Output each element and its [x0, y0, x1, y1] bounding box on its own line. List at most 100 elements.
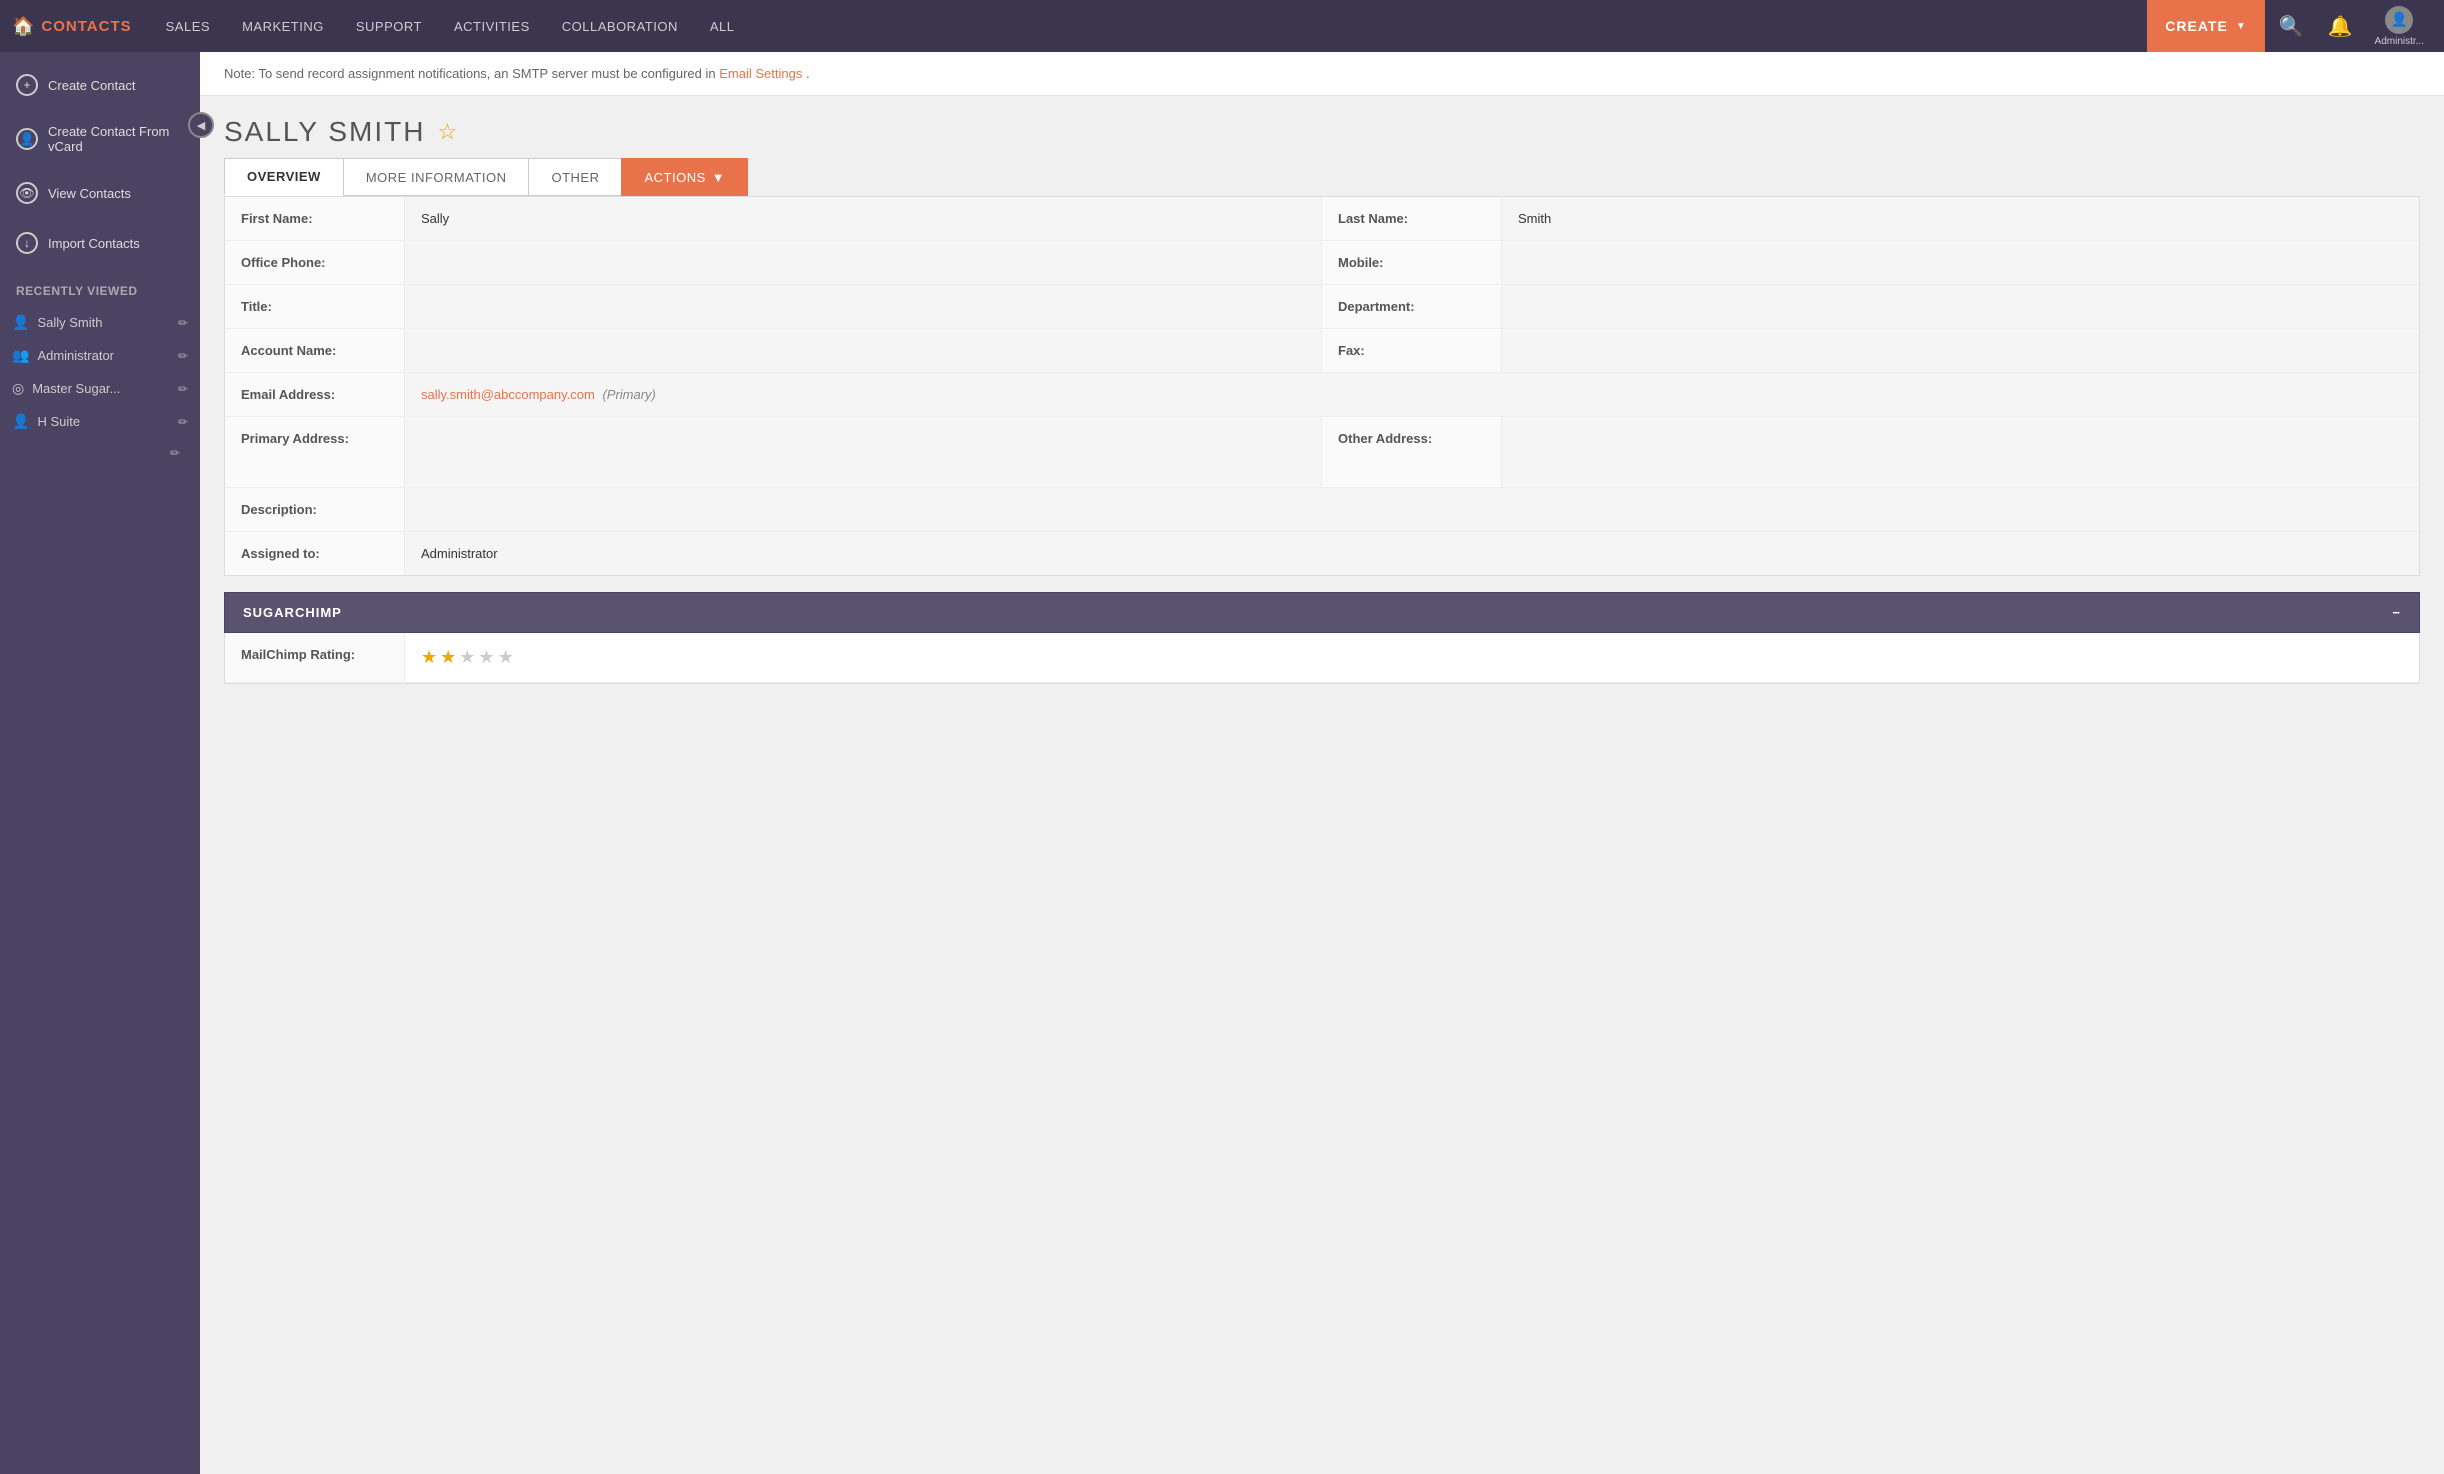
- favorite-star-icon[interactable]: ☆: [437, 119, 459, 145]
- star-1: ★: [421, 647, 437, 668]
- create-button[interactable]: CREATE ▼: [2147, 0, 2264, 52]
- search-button[interactable]: 🔍: [2269, 6, 2314, 47]
- circle-icon: ◎: [12, 380, 24, 397]
- fax-label: Fax:: [1322, 329, 1502, 372]
- sidebar-item-create-contact[interactable]: + Create Contact: [0, 60, 200, 110]
- primary-address-value: [405, 417, 1322, 487]
- sugarchimp-label: SUGARCHIMP: [243, 605, 342, 620]
- department-value: [1502, 285, 2419, 328]
- description-row: Description:: [225, 488, 2419, 532]
- other-address-label: Other Address:: [1322, 417, 1502, 487]
- person-icon: 👤: [12, 314, 29, 331]
- main-layout: ◀ + Create Contact 👤 Create Contact From…: [0, 52, 2444, 1474]
- contact-name: SALLY SMITH ☆: [224, 116, 2420, 148]
- assigned-to-label: Assigned to:: [225, 532, 405, 575]
- office-phone-label: Office Phone:: [225, 241, 405, 284]
- edit-icon[interactable]: ✏: [170, 446, 180, 460]
- star-3: ★: [459, 647, 475, 668]
- nav-item-all[interactable]: ALL: [694, 0, 751, 52]
- tab-other[interactable]: OTHER: [528, 158, 621, 196]
- account-row: Account Name: Fax:: [225, 329, 2419, 373]
- assigned-row: Assigned to: Administrator: [225, 532, 2419, 575]
- rv-item-h-suite[interactable]: 👤 H Suite ✏: [0, 405, 200, 438]
- notification-bar: Note: To send record assignment notifica…: [200, 52, 2444, 96]
- edit-icon[interactable]: ✏: [178, 415, 188, 429]
- title-row: Title: Department:: [225, 285, 2419, 329]
- sidebar-item-label: View Contacts: [48, 186, 131, 201]
- office-phone-value: [405, 241, 1322, 284]
- notifications-button[interactable]: 🔔: [2318, 6, 2363, 47]
- note-text: Note: To send record assignment notifica…: [224, 66, 716, 81]
- recently-viewed-header: Recently Viewed: [0, 268, 200, 306]
- star-4: ★: [478, 647, 494, 668]
- tab-more-information[interactable]: MORE INFORMATION: [343, 158, 529, 196]
- last-name-label: Last Name:: [1322, 197, 1502, 240]
- sidebar-item-label: Create Contact From vCard: [48, 124, 184, 154]
- title-value: [405, 285, 1322, 328]
- home-icon[interactable]: 🏠: [12, 16, 35, 37]
- email-settings-link[interactable]: Email Settings: [719, 66, 802, 81]
- email-value: sally.smith@abccompany.com (Primary): [405, 373, 2419, 416]
- rv-item-label: H Suite: [37, 414, 170, 429]
- main-content: Note: To send record assignment notifica…: [200, 52, 2444, 1474]
- nav-items: SALES MARKETING SUPPORT ACTIVITIES COLLA…: [150, 0, 2148, 52]
- fax-value: [1502, 329, 2419, 372]
- email-row: Email Address: sally.smith@abccompany.co…: [225, 373, 2419, 417]
- rv-item-sally-smith[interactable]: 👤 Sally Smith ✏: [0, 306, 200, 339]
- sidebar-item-import-contacts[interactable]: ↓ Import Contacts: [0, 218, 200, 268]
- mailchimp-rating-stars: ★ ★ ★ ★ ★: [405, 633, 2419, 682]
- name-row: First Name: Sally Last Name: Smith: [225, 197, 2419, 241]
- rv-item-administrator[interactable]: 👥 Administrator ✏: [0, 339, 200, 372]
- sidebar-collapse-button[interactable]: ◀: [188, 112, 214, 138]
- tab-overview[interactable]: OVERVIEW: [224, 158, 343, 196]
- brand-logo[interactable]: 🏠 CONTACTS: [12, 16, 132, 37]
- mailchimp-rating-label: MailChimp Rating:: [225, 633, 405, 682]
- brand-label: CONTACTS: [41, 18, 131, 35]
- description-label: Description:: [225, 488, 405, 531]
- nav-item-activities[interactable]: ACTIVITIES: [438, 0, 546, 52]
- sidebar-item-create-from-vcard[interactable]: 👤 Create Contact From vCard: [0, 110, 200, 168]
- nav-item-collaboration[interactable]: COLLABORATION: [546, 0, 694, 52]
- admin-user-menu[interactable]: 👤 Administr...: [2367, 6, 2432, 47]
- sugarchimp-section-header: SUGARCHIMP −: [224, 592, 2420, 633]
- sidebar-item-label: Create Contact: [48, 78, 135, 93]
- star-2: ★: [440, 647, 456, 668]
- primary-address-label: Primary Address:: [225, 417, 405, 487]
- contact-name-text: SALLY SMITH: [224, 116, 425, 148]
- phone-row: Office Phone: Mobile:: [225, 241, 2419, 285]
- assigned-to-value: Administrator: [405, 532, 2419, 575]
- import-icon: ↓: [16, 232, 38, 254]
- nav-item-sales[interactable]: SALES: [150, 0, 226, 52]
- collapse-icon[interactable]: −: [2392, 605, 2401, 620]
- department-label: Department:: [1322, 285, 1502, 328]
- star-5: ★: [498, 647, 514, 668]
- nav-item-support[interactable]: SUPPORT: [340, 0, 438, 52]
- rv-item-edit-extra[interactable]: ✏: [0, 438, 200, 468]
- account-name-value: [405, 329, 1322, 372]
- first-name-label: First Name:: [225, 197, 405, 240]
- mailchimp-rating-row: MailChimp Rating: ★ ★ ★ ★ ★: [225, 633, 2419, 683]
- nav-item-marketing[interactable]: MARKETING: [226, 0, 340, 52]
- address-row: Primary Address: Other Address:: [225, 417, 2419, 488]
- email-primary-tag: (Primary): [602, 387, 655, 402]
- sugarchimp-section-content: MailChimp Rating: ★ ★ ★ ★ ★: [224, 633, 2420, 684]
- rv-item-master-sugar[interactable]: ◎ Master Sugar... ✏: [0, 372, 200, 405]
- group-icon: 👥: [12, 347, 29, 364]
- tab-actions[interactable]: ACTIONS ▼: [621, 158, 748, 196]
- edit-icon[interactable]: ✏: [178, 316, 188, 330]
- sidebar-item-view-contacts[interactable]: 👁 View Contacts: [0, 168, 200, 218]
- account-name-label: Account Name:: [225, 329, 405, 372]
- description-value: [405, 488, 2419, 531]
- title-label: Title:: [225, 285, 405, 328]
- chevron-down-icon: ▼: [712, 170, 725, 185]
- mobile-label: Mobile:: [1322, 241, 1502, 284]
- edit-icon[interactable]: ✏: [178, 382, 188, 396]
- person-icon: 👤: [12, 413, 29, 430]
- email-link[interactable]: sally.smith@abccompany.com: [421, 387, 595, 402]
- eye-icon: 👁: [16, 182, 38, 204]
- avatar: 👤: [2385, 6, 2413, 34]
- other-address-value: [1502, 417, 2419, 487]
- chevron-down-icon: ▼: [2236, 21, 2247, 32]
- edit-icon[interactable]: ✏: [178, 349, 188, 363]
- contact-header: SALLY SMITH ☆: [200, 96, 2444, 158]
